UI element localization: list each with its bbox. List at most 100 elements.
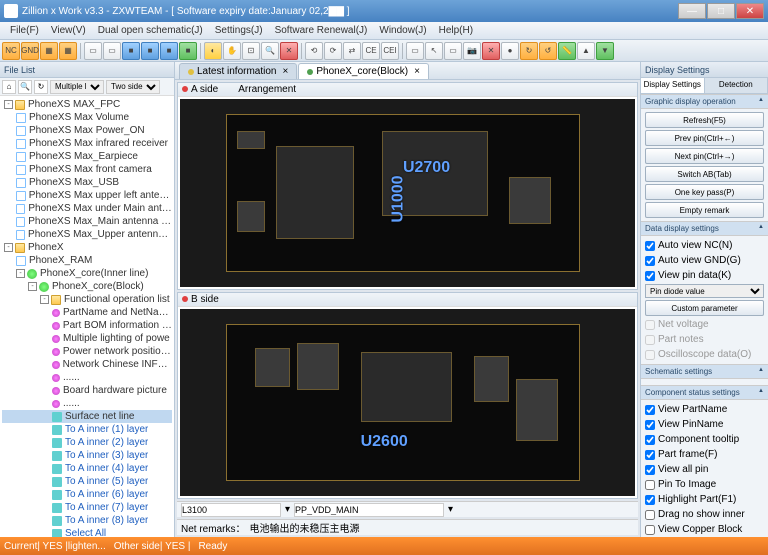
maximize-button[interactable]: □ <box>707 3 735 19</box>
part-field[interactable] <box>181 503 281 517</box>
tool-r1[interactable]: ✕ <box>280 42 298 60</box>
tree-item[interactable]: Network Chinese INFO lis <box>2 358 172 371</box>
tab-detection[interactable]: Detection <box>705 78 768 93</box>
button-switch-ab-tab-[interactable]: Switch AB(Tab) <box>645 166 764 182</box>
menu-window[interactable]: Window(J) <box>373 25 432 36</box>
section-header[interactable]: Component status settings <box>641 385 768 400</box>
tree-item[interactable]: -PhoneXS MAX_FPC <box>2 98 172 111</box>
tool-cursor-icon[interactable]: ↖ <box>425 42 443 60</box>
tree-item[interactable]: -PhoneX_core(Block) <box>2 280 172 293</box>
tree-item[interactable]: To A inner (8) layer <box>2 514 172 527</box>
tree-item[interactable]: PhoneXS Max_Upper antenna(Block <box>2 228 172 241</box>
tree-item[interactable]: PhoneXS Max Power_ON <box>2 124 172 137</box>
tool-g1[interactable]: ■ <box>179 42 197 60</box>
tree-item[interactable]: Part BOM information rel <box>2 319 172 332</box>
tool-pg2[interactable]: ▭ <box>103 42 121 60</box>
menu-file[interactable]: File(F) <box>4 25 45 36</box>
button-custom[interactable]: Custom parameter <box>645 300 764 316</box>
check-view-pin-data-k-[interactable]: View pin data(K) <box>645 269 764 282</box>
tree-item[interactable]: ...... <box>2 371 172 384</box>
menu-dual open schematic[interactable]: Dual open schematic(J) <box>92 25 209 36</box>
check-auto-view-nc-n-[interactable]: Auto view NC(N) <box>645 239 764 252</box>
check-auto-view-gnd-g-[interactable]: Auto view GND(G) <box>645 254 764 267</box>
tree-item[interactable]: Power network positionin <box>2 345 172 358</box>
menu-software renewal[interactable]: Software Renewal(J) <box>269 25 374 36</box>
tool-pg1[interactable]: ▭ <box>84 42 102 60</box>
tool-b2[interactable]: ■ <box>141 42 159 60</box>
tree-item[interactable]: ...... <box>2 397 172 410</box>
check-drag-no-show-inner[interactable]: Drag no show inner <box>645 508 764 521</box>
tool-text[interactable]: CE <box>362 42 380 60</box>
tool-txt[interactable]: CEI <box>381 42 399 60</box>
tab-display-settings[interactable]: Display Settings <box>641 78 705 93</box>
tree-item[interactable]: Surface net line <box>2 410 172 423</box>
button-one-key-pass-p-[interactable]: One key pass(P) <box>645 184 764 200</box>
tree-item[interactable]: PhoneXS Max Volume <box>2 111 172 124</box>
check-view-partname[interactable]: View PartName <box>645 403 764 416</box>
tool-m10[interactable]: ▼ <box>596 42 614 60</box>
tool-b3[interactable]: ■ <box>160 42 178 60</box>
tree-item[interactable]: PhoneXS Max_Main antenna under <box>2 215 172 228</box>
tool-flip-icon[interactable]: ⇄ <box>343 42 361 60</box>
menu-help[interactable]: Help(H) <box>433 25 479 36</box>
tree-item[interactable]: PhoneXS Max under Main antenna <box>2 202 172 215</box>
tree-item[interactable]: Multiple lighting of powe <box>2 332 172 345</box>
tool-m1[interactable]: ▭ <box>406 42 424 60</box>
tree-item[interactable]: To A inner (5) layer <box>2 475 172 488</box>
tool-m7[interactable]: ↺ <box>539 42 557 60</box>
tool-a1[interactable]: ⟲ <box>305 42 323 60</box>
tree-item[interactable]: PartName and NetName <box>2 306 172 319</box>
minimize-button[interactable]: — <box>678 3 706 19</box>
refresh-icon[interactable]: ↻ <box>34 80 48 94</box>
check-view-copper-block[interactable]: View Copper Block <box>645 523 764 536</box>
tool-ruler-icon[interactable]: 📏 <box>558 42 576 60</box>
tree-item[interactable]: -PhoneX <box>2 241 172 254</box>
section-header[interactable]: Data display settings <box>641 221 768 236</box>
home-icon[interactable]: ⌂ <box>2 80 16 94</box>
tree-item[interactable]: Select All <box>2 527 172 537</box>
net-field[interactable] <box>294 503 444 517</box>
tree-item[interactable]: PhoneXS Max_USB <box>2 176 172 189</box>
tool-b1[interactable]: ■ <box>122 42 140 60</box>
tool-hand-icon[interactable]: ✋ <box>223 42 241 60</box>
pcb-view-a[interactable]: U2700 U1000 <box>180 99 635 287</box>
tree-item[interactable]: To A inner (7) layer <box>2 501 172 514</box>
tool-grid2[interactable]: ▦ <box>59 42 77 60</box>
tool-a2[interactable]: ⟳ <box>324 42 342 60</box>
check-highlight-part-f1-[interactable]: Highlight Part(F1) <box>645 493 764 506</box>
tool-m5[interactable]: ● <box>501 42 519 60</box>
tree-item[interactable]: To A inner (1) layer <box>2 423 172 436</box>
tree-item[interactable]: PhoneXS Max_Earpiece <box>2 150 172 163</box>
menu-settings[interactable]: Settings(J) <box>209 25 269 36</box>
button-prev-pin-ctrl-[interactable]: Prev pin(Ctrl+←) <box>645 130 764 146</box>
button-empty-remark[interactable]: Empty remark <box>645 202 764 218</box>
tool-y1[interactable]: ◐ <box>204 42 222 60</box>
section-header[interactable]: Schematic settings <box>641 364 768 379</box>
select-pin-diode[interactable]: Pin diode value <box>645 284 764 298</box>
tree-item[interactable]: Board hardware picture <box>2 384 172 397</box>
tool-m3[interactable]: ▭ <box>444 42 462 60</box>
tool-m6[interactable]: ↻ <box>520 42 538 60</box>
tree-item[interactable]: -PhoneX_core(Inner line) <box>2 267 172 280</box>
tool-m9[interactable]: ▲ <box>577 42 595 60</box>
pcb-view-b[interactable]: U2600 <box>180 309 635 497</box>
twoside-select[interactable]: Two side <box>106 80 160 94</box>
section-header[interactable]: Graphic display operation <box>641 94 768 109</box>
tree-item[interactable]: -Functional operation list <box>2 293 172 306</box>
tab-phonex_core-block-[interactable]: PhoneX_core(Block) × <box>298 63 429 79</box>
button-next-pin-ctrl-[interactable]: Next pin(Ctrl+→) <box>645 148 764 164</box>
check-view-pinname[interactable]: View PinName <box>645 418 764 431</box>
menu-view[interactable]: View(V) <box>45 25 92 36</box>
tool-zoom-icon[interactable]: 🔍 <box>261 42 279 60</box>
tree-item[interactable]: To A inner (3) layer <box>2 449 172 462</box>
close-button[interactable]: ✕ <box>736 3 764 19</box>
tool-fit-icon[interactable]: ⊡ <box>242 42 260 60</box>
tree-item[interactable]: PhoneXS Max front camera <box>2 163 172 176</box>
tab-latest-information[interactable]: Latest information × <box>179 63 297 79</box>
button-refresh-f5-[interactable]: Refresh(F5) <box>645 112 764 128</box>
tree-item[interactable]: To A inner (2) layer <box>2 436 172 449</box>
tree-item[interactable]: To A inner (6) layer <box>2 488 172 501</box>
tool-grid1[interactable]: ▦ <box>40 42 58 60</box>
check-part-frame-f-[interactable]: Part frame(F) <box>645 448 764 461</box>
tree-item[interactable]: PhoneXS Max upper left antenna <box>2 189 172 202</box>
